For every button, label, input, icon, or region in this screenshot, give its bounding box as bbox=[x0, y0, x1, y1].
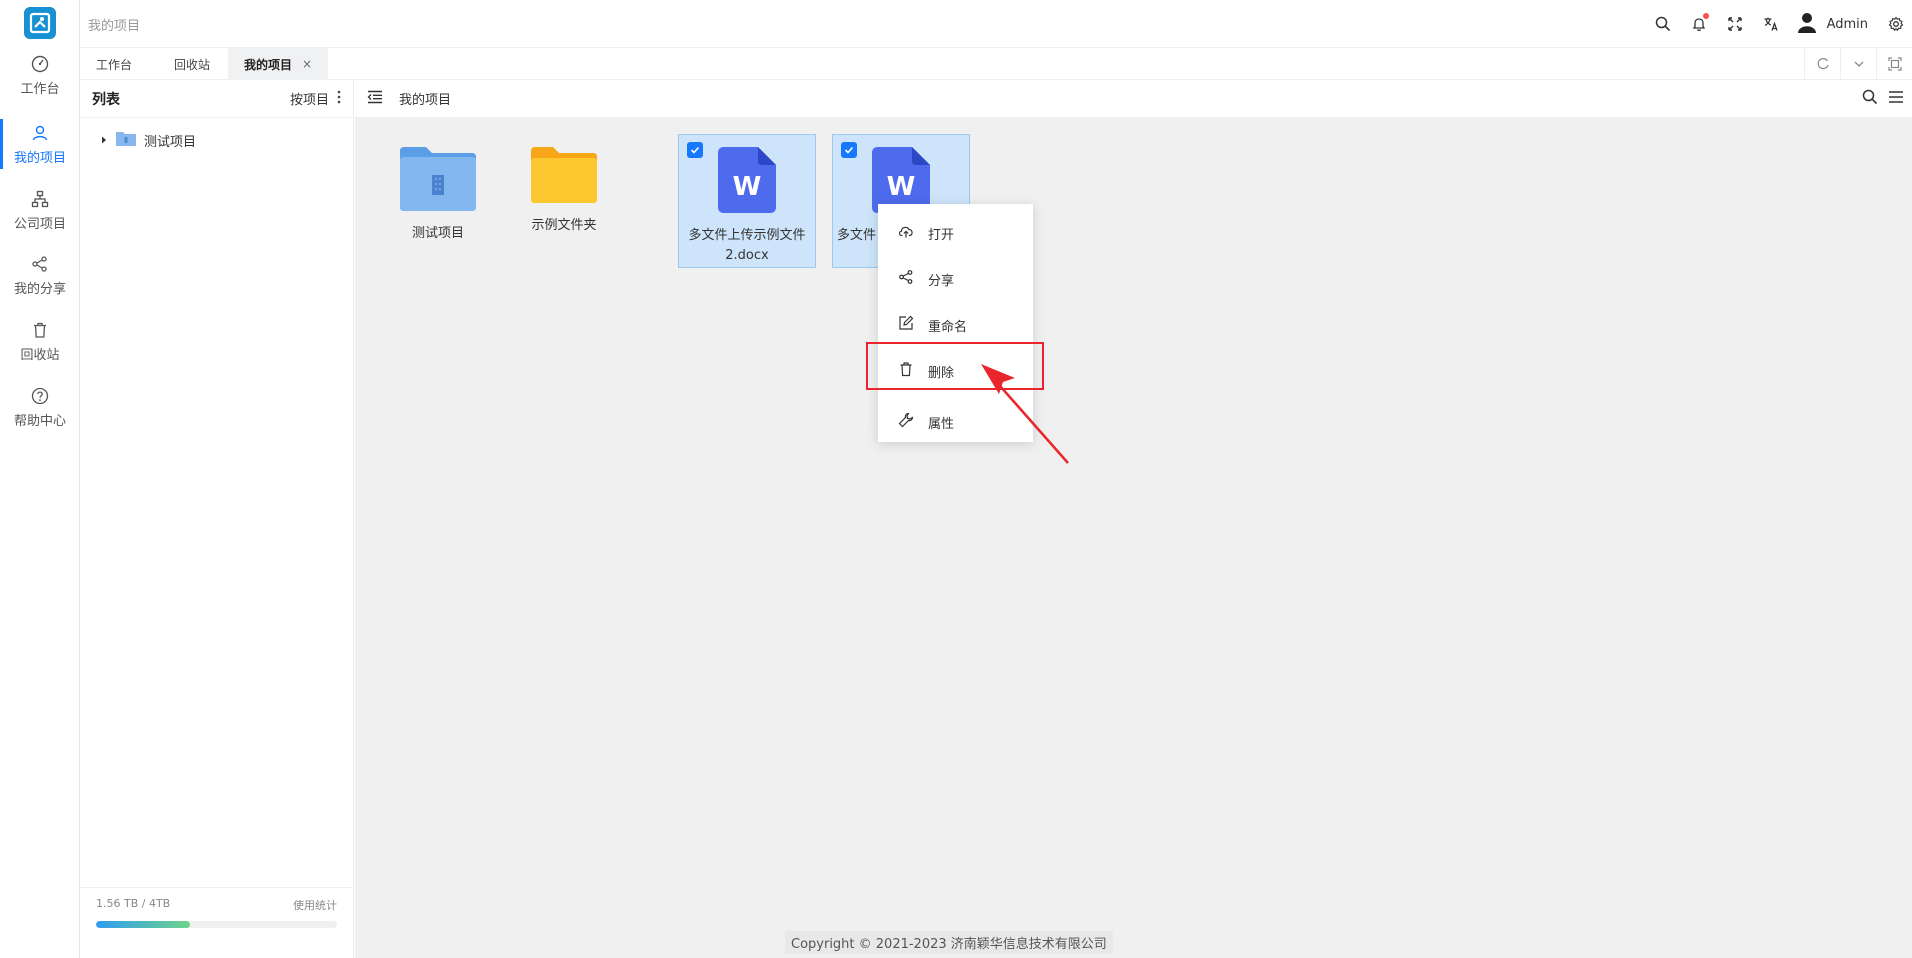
rail-item-company-projects[interactable]: 公司项目 bbox=[0, 181, 80, 239]
org-chart-icon bbox=[29, 188, 51, 210]
tab-label: 工作台 bbox=[96, 57, 133, 72]
project-folder-icon bbox=[400, 147, 476, 218]
sort-by-project-button[interactable]: 按项目 bbox=[290, 89, 329, 108]
fullscreen-icon[interactable] bbox=[1717, 6, 1753, 42]
checkbox-checked-icon[interactable] bbox=[687, 142, 703, 158]
list-menu-icon[interactable] bbox=[1888, 90, 1904, 108]
tree-node-label: 测试项目 bbox=[144, 134, 197, 150]
menu-label: 属性 bbox=[928, 416, 955, 432]
trash-icon bbox=[29, 319, 51, 341]
search-icon[interactable] bbox=[1862, 89, 1878, 109]
tree-title: 列表 bbox=[92, 91, 120, 108]
chevron-down-icon[interactable] bbox=[1840, 48, 1876, 80]
rail-label: 回收站 bbox=[20, 348, 60, 363]
breadcrumb[interactable]: 我的项目 bbox=[88, 15, 140, 34]
top-header: 我的项目 Admin bbox=[80, 0, 1912, 48]
edit-icon bbox=[898, 315, 914, 335]
project-tree-panel: 列表 按项目 测试项目 1.56 TB / 4TB 使用统计 bbox=[80, 80, 354, 958]
app-logo[interactable] bbox=[24, 7, 56, 39]
user-icon bbox=[29, 122, 51, 144]
settings-icon[interactable] bbox=[1880, 6, 1912, 42]
cloud-upload-icon bbox=[898, 224, 914, 242]
storage-bar-fill bbox=[96, 921, 190, 928]
caret-right-icon[interactable] bbox=[100, 133, 108, 148]
bell-icon[interactable] bbox=[1681, 6, 1717, 42]
rail-label: 工作台 bbox=[20, 82, 60, 97]
file-item-docx-1[interactable]: W 多文件上传示例文件2.docx bbox=[678, 134, 816, 268]
checkbox-checked-icon[interactable] bbox=[841, 142, 857, 158]
tab-workbench[interactable]: 工作台 bbox=[80, 48, 148, 80]
rail-item-my-projects[interactable]: 我的项目 bbox=[0, 115, 80, 173]
tab-label: 回收站 bbox=[174, 57, 211, 72]
logo-icon bbox=[29, 12, 51, 34]
rail-label: 公司项目 bbox=[13, 217, 66, 232]
storage-text: 1.56 TB / 4TB bbox=[96, 897, 171, 910]
svg-text:W: W bbox=[733, 172, 762, 202]
file-name: 多文件 bbox=[837, 228, 877, 243]
storage-usage: 1.56 TB / 4TB 使用统计 bbox=[96, 897, 337, 928]
rail-label: 我的分享 bbox=[13, 282, 66, 297]
project-folder-icon bbox=[116, 130, 136, 150]
file-item-example-folder[interactable]: 示例文件夹 bbox=[495, 135, 633, 269]
tab-my-projects[interactable]: 我的项目 × bbox=[228, 48, 329, 80]
dashboard-icon bbox=[29, 53, 51, 75]
file-name: 测试项目 bbox=[411, 226, 464, 241]
tab-label: 我的项目 bbox=[244, 57, 293, 72]
menu-item-open[interactable]: 打开 bbox=[878, 210, 1033, 256]
help-icon bbox=[29, 385, 51, 407]
copyright: Copyright © 2021-2023 济南颖华信息技术有限公司 bbox=[785, 931, 1113, 954]
tab-close-icon[interactable]: × bbox=[302, 57, 312, 71]
file-item-test-project[interactable]: 测试项目 bbox=[369, 135, 507, 269]
menu-label: 重命名 bbox=[928, 319, 968, 335]
rail-item-my-shares[interactable]: 我的分享 bbox=[0, 246, 80, 304]
word-doc-icon: W bbox=[718, 147, 776, 220]
menu-label: 分享 bbox=[928, 273, 955, 289]
search-icon[interactable] bbox=[1645, 6, 1681, 42]
collapse-menu-icon[interactable] bbox=[367, 90, 383, 108]
rail-item-workbench[interactable]: 工作台 bbox=[0, 46, 80, 104]
pointer-arrow-icon bbox=[981, 364, 1069, 464]
left-rail: 工作台 我的项目 公司项目 我的分享 回收站 帮助中心 bbox=[0, 0, 80, 958]
usage-stats-link[interactable]: 使用统计 bbox=[293, 897, 337, 913]
rail-item-help-center[interactable]: 帮助中心 bbox=[0, 378, 80, 436]
rail-label: 帮助中心 bbox=[13, 414, 66, 429]
refresh-icon[interactable] bbox=[1804, 48, 1840, 80]
tab-bar: 工作台 回收站 我的项目 × bbox=[80, 48, 1912, 80]
share-icon bbox=[29, 253, 51, 275]
tab-recycle-bin[interactable]: 回收站 bbox=[158, 48, 226, 80]
menu-label: 打开 bbox=[928, 227, 955, 243]
folder-title: 我的项目 bbox=[399, 93, 452, 108]
wrench-icon bbox=[898, 412, 914, 432]
notification-dot bbox=[1702, 13, 1709, 19]
translate-icon[interactable] bbox=[1753, 6, 1789, 42]
user-name: Admin bbox=[1826, 16, 1868, 32]
menu-item-share[interactable]: 分享 bbox=[878, 256, 1033, 302]
rail-item-recycle-bin[interactable]: 回收站 bbox=[0, 312, 80, 370]
rail-label: 我的项目 bbox=[13, 151, 66, 166]
storage-bar bbox=[96, 921, 337, 928]
tree-node-test-project[interactable]: 测试项目 bbox=[100, 130, 196, 150]
svg-text:W: W bbox=[887, 172, 916, 202]
user-avatar-icon bbox=[1795, 10, 1819, 38]
file-name: 示例文件夹 bbox=[531, 218, 597, 233]
maximize-icon[interactable] bbox=[1876, 48, 1912, 80]
file-area: 我的项目 测试项目 示例文件夹 W 多文件上传示例文件2.docx W 多文件 … bbox=[355, 80, 1912, 958]
user-menu[interactable]: Admin bbox=[1789, 10, 1880, 38]
share-icon bbox=[898, 269, 914, 289]
file-name: 多文件上传示例文件2.docx bbox=[688, 228, 806, 263]
folder-icon bbox=[531, 147, 597, 210]
more-vertical-icon[interactable] bbox=[337, 90, 341, 108]
